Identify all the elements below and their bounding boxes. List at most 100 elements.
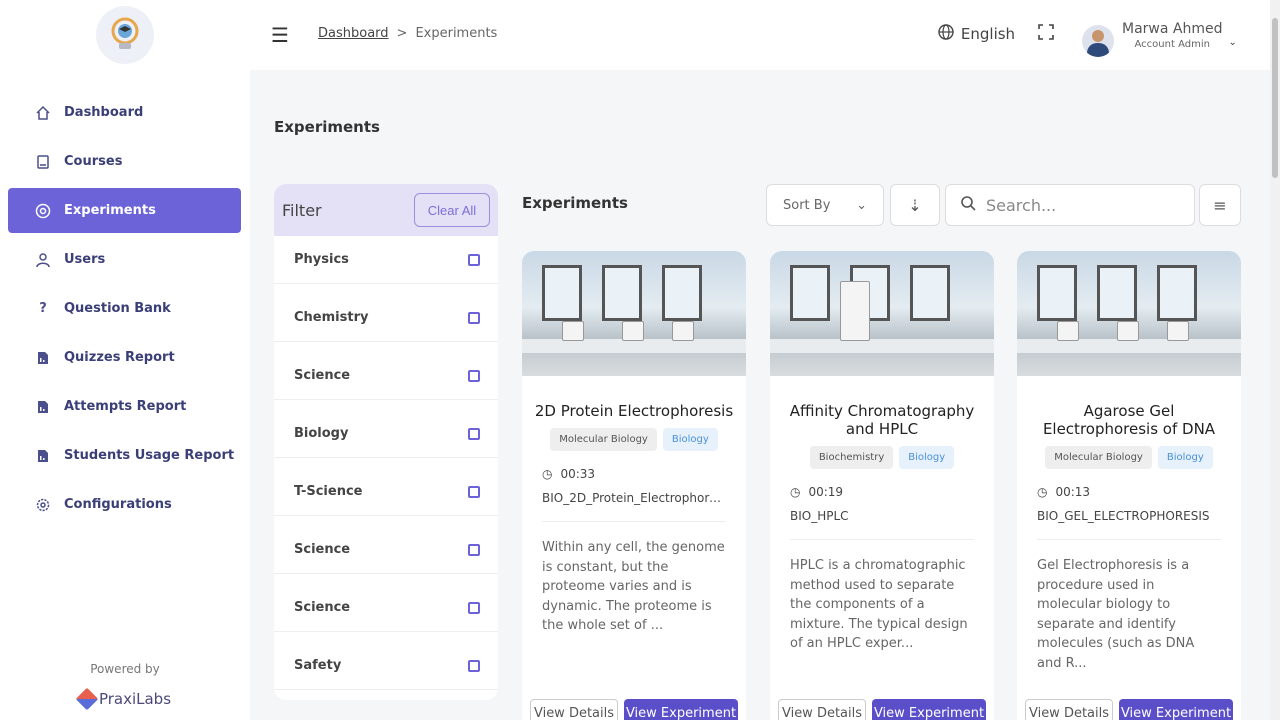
experiment-meta: ◷ 00:33 BIO_2D_Protein_Electrophoresis [542,467,726,522]
sort-by-select[interactable]: Sort By ⌄ [766,184,884,226]
brand-logo-icon [75,687,99,711]
filter-category-label: Physics [294,252,349,267]
sidebar-item-label: Attempts Report [64,399,187,414]
view-details-button[interactable]: View Details [1025,699,1113,720]
user-menu[interactable]: Marwa Ahmed Account Admin ⌄ [1070,2,1252,68]
filter-category-label: Science [294,542,351,557]
sidebar-item-dashboard[interactable]: Dashboard [8,90,241,135]
expand-toggle-icon[interactable] [468,486,480,498]
sidebar-item-question-bank[interactable]: ? Question Bank [8,286,241,331]
expand-toggle-icon[interactable] [468,660,480,672]
experiment-code: BIO_GEL_ELECTROPHORESIS [1037,509,1221,540]
expand-toggle-icon[interactable] [468,428,480,440]
question-icon: ? [39,301,47,316]
app-logo[interactable] [24,0,225,70]
filter-category-label: Biology [294,426,349,441]
view-experiment-button[interactable]: View Experiment [1119,699,1233,720]
view-details-button[interactable]: View Details [530,699,618,720]
expand-toggle-icon[interactable] [468,370,480,382]
filter-category-science-2[interactable]: Science [274,526,498,574]
sidebar-item-label: Quizzes Report [64,350,175,365]
experiment-thumbnail [522,251,746,376]
tag: Molecular Biology [550,428,657,451]
tag: Biology [899,446,955,469]
experiment-title[interactable]: 2D Protein Electrophoresis [534,402,734,420]
aperture-icon [34,202,52,220]
experiment-card: 2D Protein Electrophoresis Molecular Bio… [522,251,746,720]
sidebar-item-students-usage-report[interactable]: Students Usage Report [8,433,241,478]
language-switcher[interactable]: English [928,10,1024,58]
powered-by-label: Powered by [90,662,160,676]
sidebar-item-configurations[interactable]: Configurations [8,482,241,527]
expand-toggle-icon[interactable] [468,254,480,266]
search-icon [960,195,976,215]
breadcrumb-current: Experiments [415,26,498,41]
scrollbar-thumb[interactable] [1272,18,1278,178]
tag: Biology [1157,446,1213,469]
hamburger-icon: ☰ [271,23,289,47]
sidebar-item-attempts-report[interactable]: Attempts Report [8,384,241,429]
view-experiment-button[interactable]: View Experiment [624,699,738,720]
experiment-meta: ◷ 00:13 BIO_GEL_ELECTROPHORESIS [1037,485,1221,540]
experiment-description: HPLC is a chromatographic method used to… [790,558,968,651]
top-header: ☰ Dashboard > Experiments English Marwa … [250,0,1270,70]
home-icon [34,104,52,122]
expand-toggle-icon[interactable] [468,312,480,324]
user-role: Account Admin [1134,38,1210,50]
lightbulb-logo-icon [95,6,154,64]
filter-category-t-science[interactable]: T-Science [274,468,498,516]
brand[interactable]: PraxiLabs [0,687,250,711]
sidebar-item-experiments[interactable]: Experiments [8,188,241,233]
view-toggle-button[interactable]: ≡ [1199,184,1241,226]
sort-by-label: Sort By [783,197,831,213]
fullscreen-button[interactable] [1026,10,1066,58]
globe-icon [937,23,955,45]
page-scrollbar[interactable] [1270,0,1280,720]
experiment-card: Affinity Chromatography and HPLC Biochem… [770,251,994,720]
sidebar-item-label: Experiments [64,203,156,218]
user-name: Marwa Ahmed [1122,20,1223,37]
user-icon [34,251,52,269]
sidebar-item-users[interactable]: Users [8,237,241,282]
experiment-thumbnail [1017,251,1241,376]
experiment-description: Gel Electrophoresis is a procedure used … [1037,558,1195,671]
filter-category-label: T-Science [294,484,363,499]
search-input[interactable] [986,195,1176,215]
filter-category-chemistry[interactable]: Chemistry [274,294,498,342]
view-details-button[interactable]: View Details [778,699,866,720]
view-experiment-button[interactable]: View Experiment [872,699,986,720]
filter-category-science-3[interactable]: Science [274,584,498,632]
tag-list: Molecular Biology Biology [1017,446,1241,469]
clear-all-button[interactable]: Clear All [414,193,490,227]
filter-category-safety[interactable]: Safety [274,642,498,690]
sidebar-item-label: Dashboard [64,105,144,120]
sidebar-item-courses[interactable]: Courses [8,139,241,184]
sort-direction-button[interactable]: ⇣ [890,184,940,226]
experiment-card: Agarose Gel Electrophoresis of DNA Molec… [1017,251,1241,720]
duration: 00:33 [560,467,596,481]
breadcrumb-separator: > [396,26,408,41]
list-view-icon: ≡ [1213,195,1227,215]
experiment-code: BIO_2D_Protein_Electrophoresis [542,491,726,522]
expand-toggle-icon[interactable] [468,602,480,614]
filter-category-biology[interactable]: Biology [274,410,498,458]
experiment-description: Within any cell, the genome is constant,… [542,540,725,633]
card-actions: View Details View Experiment [1025,699,1233,720]
tag-list: Molecular Biology Biology [522,428,746,451]
user-info: Marwa Ahmed Account Admin [1122,21,1222,50]
experiment-title[interactable]: Agarose Gel Electrophoresis of DNA [1029,402,1229,438]
language-label: English [960,25,1016,43]
experiment-title[interactable]: Affinity Chromatography and HPLC [782,402,982,438]
sidebar-item-label: Configurations [64,497,172,512]
breadcrumb-dashboard-link[interactable]: Dashboard [318,26,389,41]
sidebar-nav: Dashboard Courses Experiments Users ? Qu… [8,90,241,531]
filter-category-physics[interactable]: Physics [274,236,498,284]
filter-panel: Filter Clear All Physics Chemistry Scien… [274,184,498,700]
breadcrumb: Dashboard > Experiments [318,26,497,41]
book-icon [34,153,52,171]
expand-toggle-icon[interactable] [468,544,480,556]
experiments-list-title: Experiments [522,194,628,212]
menu-toggle-button[interactable]: ☰ [258,8,302,62]
sidebar-item-quizzes-report[interactable]: Quizzes Report [8,335,241,380]
filter-category-science[interactable]: Science [274,352,498,400]
